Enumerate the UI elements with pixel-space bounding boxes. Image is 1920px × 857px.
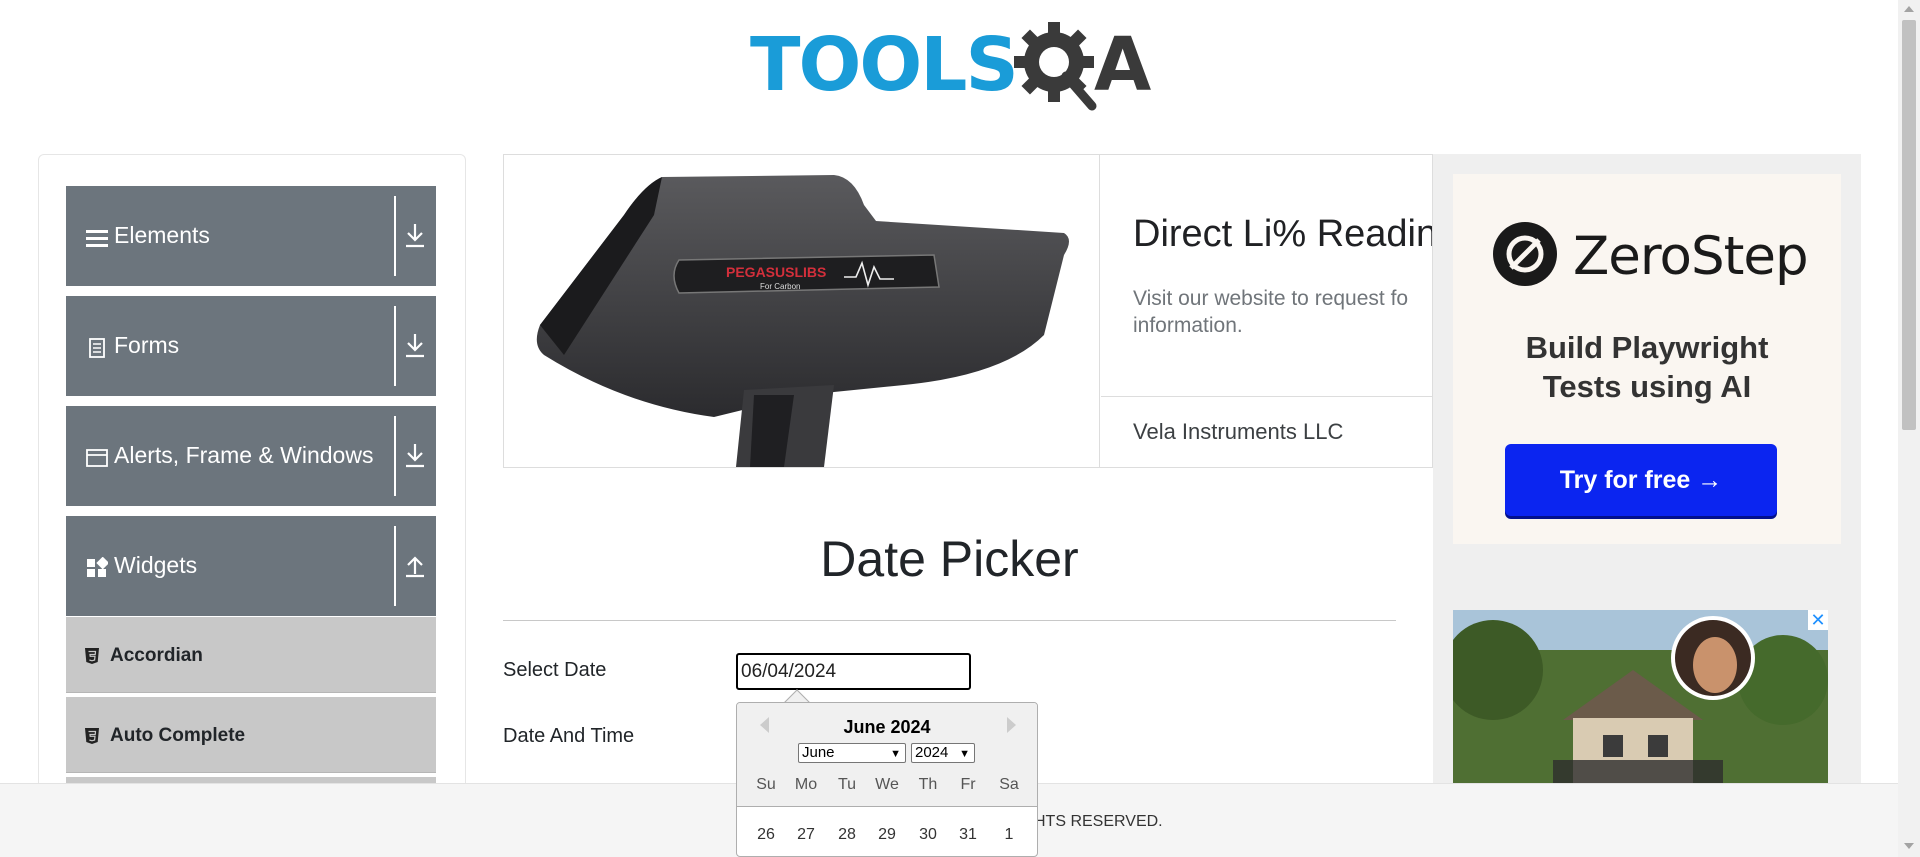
select-date-label: Select Date [503,659,607,681]
window-icon [86,449,108,467]
scroll-up-icon[interactable] [1904,6,1914,12]
month-select[interactable]: June ▼ [798,743,906,763]
next-month-icon[interactable] [1007,717,1016,733]
calendar-day[interactable]: 30 [908,826,948,844]
day-name: Sa [999,776,1019,793]
logo-text-tools: TOOLS [750,22,1019,108]
divider [394,416,396,496]
scrollbar[interactable] [1898,0,1920,857]
sidebar-group-alerts[interactable]: Alerts, Frame & Windows [66,406,436,506]
day-name: Tu [837,776,857,793]
ad-photo[interactable]: ✕ [1453,610,1828,784]
device-image: PEGASUSLIBS For Carbon [536,175,1069,467]
house-photo-image [1453,610,1828,784]
download-arrow-icon [406,334,424,358]
divider [1101,396,1432,397]
ad-sidebar-zerostep[interactable]: ZeroStep Build Playwright Tests using AI … [1433,154,1861,784]
calendar-day[interactable]: 27 [786,826,826,844]
sidebar-group-label: Elements [114,222,210,248]
ad-card: ZeroStep Build Playwright Tests using AI … [1453,174,1841,544]
hamburger-icon [86,230,108,247]
footer-text: HTS RESERVED. [1034,813,1163,830]
sidebar-item-accordian[interactable]: Accordian [66,617,436,693]
divider [394,196,396,276]
page-title: Date Picker [820,531,1079,587]
toolsqa-logo[interactable]: TOOLS A [750,18,1154,114]
scroll-down-icon[interactable] [1904,843,1914,849]
calendar-day[interactable]: 29 [867,826,907,844]
day-name: Fr [960,776,976,793]
calendar-day[interactable]: 28 [827,826,867,844]
divider [503,620,1396,621]
ad-brand[interactable]: Vela Instruments LLC [1133,419,1343,445]
product-name-text: PEGASUSLIBS [726,264,826,280]
sidebar-group-label: Forms [114,332,180,358]
chevron-down-icon: ▼ [890,748,901,760]
day-name: Mo [794,776,818,793]
sidebar-group-widgets[interactable]: Widgets [66,516,436,616]
current-month: June 2024 [843,717,931,737]
datepicker-header: June 2024 June ▼ 2024 ▼ Su Mo Tu We Th Fr … [737,703,1037,807]
date-and-time-label: Date And Time [503,725,635,747]
ad-banner-vela[interactable]: PEGASUSLIBS For Carbon Direct Li% Readin… [503,154,1433,468]
calendar-day[interactable]: 1 [989,826,1029,844]
year-select-value: 2024 [915,744,949,761]
gear-icon [1014,22,1097,111]
ad-brand-name: ZeroStep [1573,226,1809,287]
html5-icon [85,648,99,664]
calendar-day[interactable]: 31 [948,826,988,844]
page: TOOLS A Elements Forms Alerts, Frame & W… [0,0,1920,857]
try-for-free-button[interactable]: Try for free → [1505,444,1777,516]
product-sub-text: For Carbon [760,282,800,291]
calendar-day[interactable]: 26 [746,826,786,844]
select-date-input[interactable] [736,653,971,690]
scrollbar-thumb[interactable] [1902,20,1916,430]
sidebar-item-auto-complete[interactable]: Auto Complete [66,697,436,773]
divider [394,306,396,386]
sidebar-group-label: Widgets [114,552,198,578]
download-arrow-icon [406,224,424,248]
year-select[interactable]: 2024 ▼ [911,743,975,763]
ad-headline-line: Tests using AI [1542,368,1752,404]
day-name: Su [756,776,776,793]
ad-title[interactable]: Direct Li% Reading [1133,213,1432,256]
ad-product-image: PEGASUSLIBS For Carbon [504,155,1100,467]
sidebar-group-label: Alerts, Frame & Windows [114,442,374,468]
sidebar-item-label: Accordian [110,645,203,666]
html5-icon [85,728,99,744]
close-icon[interactable]: ✕ [1808,610,1828,630]
sidebar-group-forms[interactable]: Forms [66,296,436,396]
sidebar-group-elements[interactable]: Elements [66,186,436,286]
chevron-down-icon: ▼ [959,748,970,760]
download-arrow-icon [406,444,424,468]
logo-text-a: A [1094,22,1152,108]
ad-headline-line: Build Playwright [1525,330,1769,365]
upload-arrow-icon [406,556,424,578]
month-select-value: June [802,744,835,761]
widgets-icon [87,557,108,577]
zerostep-logo-icon [1493,222,1557,286]
day-name: Th [918,776,938,793]
ad-description: Visit our website to request fo informat… [1133,287,1409,338]
sidebar: Elements Forms Alerts, Frame & Windows W… [38,154,466,857]
divider [394,526,396,606]
ad-headline: Build Playwright Tests using AI [1453,329,1841,407]
day-name: We [875,776,899,793]
sidebar-item-label: Auto Complete [110,725,246,746]
document-icon [89,338,105,358]
datepicker-popup: June 2024 June ▼ 2024 ▼ Su Mo Tu We Th Fr … [736,702,1038,857]
